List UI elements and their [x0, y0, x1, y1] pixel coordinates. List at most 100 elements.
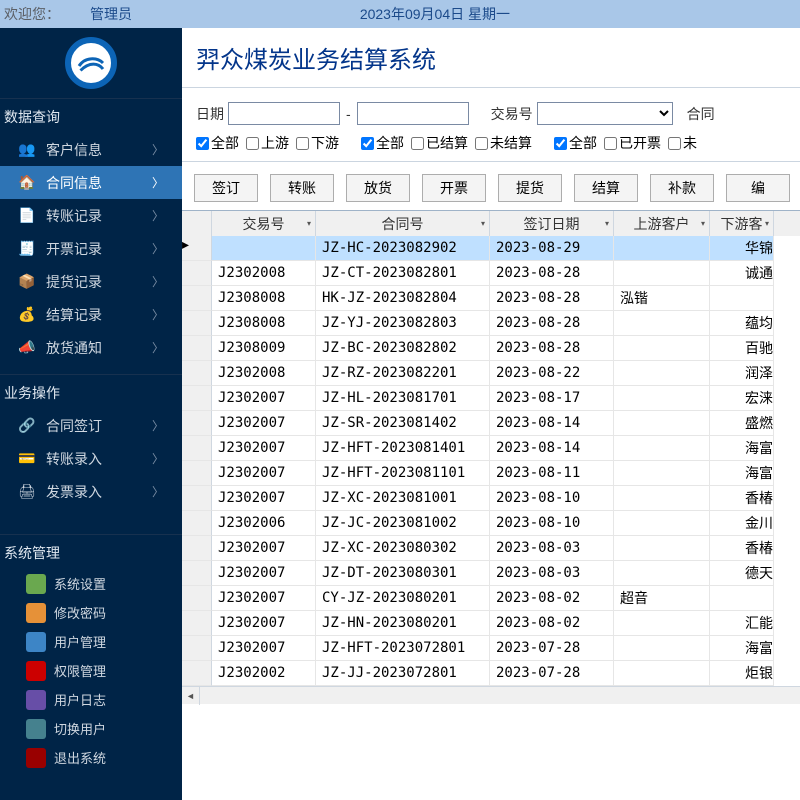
row-header[interactable] — [182, 311, 212, 336]
row-header[interactable] — [182, 361, 212, 386]
filter-check-0-0[interactable]: 全部 — [196, 133, 239, 153]
table-row[interactable]: J2308008JZ-YJ-20230828032023-08-28蕴均 — [182, 311, 800, 336]
action-button-6[interactable]: 补款 — [650, 174, 714, 202]
sidebar-item-0[interactable]: 👥客户信息〉 — [0, 133, 182, 166]
filter-check-0-2[interactable]: 下游 — [296, 133, 339, 153]
col-header-1[interactable]: 合同号▾ — [316, 211, 490, 236]
action-button-1[interactable]: 转账 — [270, 174, 334, 202]
sidebar-item-4[interactable]: 📦提货记录〉 — [0, 265, 182, 298]
table-row[interactable]: J2308008HK-JZ-20230828042023-08-28泓锴 — [182, 286, 800, 311]
dropdown-icon[interactable]: ▾ — [765, 219, 769, 228]
sidebar-item-2[interactable]: 📄转账记录〉 — [0, 199, 182, 232]
sidebar-item-6[interactable]: 📣放货通知〉 — [0, 331, 182, 364]
action-button-3[interactable]: 开票 — [422, 174, 486, 202]
col-header-3[interactable]: 上游客户▾ — [614, 211, 710, 236]
table-row[interactable]: J2302007JZ-DT-20230803012023-08-03德天 — [182, 561, 800, 586]
table-row[interactable]: J2302007JZ-HL-20230817012023-08-17宏涞 — [182, 386, 800, 411]
cell-down: 润泽 — [710, 361, 774, 386]
row-header[interactable] — [182, 336, 212, 361]
row-header[interactable]: ▸ — [182, 236, 212, 261]
dropdown-icon[interactable]: ▾ — [307, 219, 311, 228]
sidebar-op-0[interactable]: 🔗合同签订〉 — [0, 409, 182, 442]
dropdown-icon[interactable]: ▾ — [605, 219, 609, 228]
sidebar-sys-3[interactable]: 权限管理 — [0, 656, 182, 685]
dropdown-icon[interactable]: ▾ — [481, 219, 485, 228]
table-row[interactable]: J2302007JZ-HFT-20230811012023-08-11海富 — [182, 461, 800, 486]
sidebar-sys-0[interactable]: 系统设置 — [0, 569, 182, 598]
col-header-2[interactable]: 签订日期▾ — [490, 211, 614, 236]
table-row[interactable]: J2302007JZ-HFT-20230728012023-07-28海富 — [182, 636, 800, 661]
row-header[interactable] — [182, 561, 212, 586]
cell-up — [614, 461, 710, 486]
sidebar-item-5[interactable]: 💰结算记录〉 — [0, 298, 182, 331]
table-row[interactable]: J2302008JZ-RZ-20230822012023-08-22润泽 — [182, 361, 800, 386]
table-row[interactable]: J2302002JZ-JJ-20230728012023-07-28炬银 — [182, 661, 800, 686]
date-to-input[interactable] — [357, 102, 469, 125]
row-header[interactable] — [182, 286, 212, 311]
table-row[interactable]: J2302006JZ-JC-20230810022023-08-10金川 — [182, 511, 800, 536]
table-row[interactable]: J2302007CY-JZ-20230802012023-08-02超音 — [182, 586, 800, 611]
cell-down: 德天 — [710, 561, 774, 586]
col-header-0[interactable]: 交易号▾ — [212, 211, 316, 236]
row-header[interactable] — [182, 611, 212, 636]
row-header[interactable] — [182, 436, 212, 461]
filter-check-1-1[interactable]: 已结算 — [411, 133, 468, 153]
row-header[interactable] — [182, 411, 212, 436]
sidebar-sys-5[interactable]: 切换用户 — [0, 714, 182, 743]
row-header[interactable] — [182, 386, 212, 411]
row-header[interactable] — [182, 586, 212, 611]
action-button-4[interactable]: 提货 — [498, 174, 562, 202]
sidebar-sys-4[interactable]: 用户日志 — [0, 685, 182, 714]
welcome-label: 欢迎您： — [4, 4, 60, 24]
sidebar-op-2[interactable]: 🖨发票录入〉 — [0, 475, 182, 508]
date-from-input[interactable] — [228, 102, 340, 125]
filter-check-0-1[interactable]: 上游 — [246, 133, 289, 153]
table-row[interactable]: J2302007JZ-XC-20230803022023-08-03香椿 — [182, 536, 800, 561]
txn-select[interactable] — [537, 102, 673, 125]
nav-icon: 🏠 — [18, 174, 36, 192]
chevron-right-icon: 〉 — [152, 174, 164, 191]
table-row[interactable]: J2302007JZ-XC-20230810012023-08-10香椿 — [182, 486, 800, 511]
cell-txn: J2302007 — [212, 461, 316, 486]
filter-check-1-2[interactable]: 未结算 — [475, 133, 532, 153]
table-row[interactable]: J2302007JZ-HN-20230802012023-08-02汇能 — [182, 611, 800, 636]
date-label: 日期 — [196, 104, 224, 124]
logo-icon — [76, 48, 106, 78]
action-button-7[interactable]: 编 — [726, 174, 790, 202]
action-button-2[interactable]: 放货 — [346, 174, 410, 202]
sidebar-sys-2[interactable]: 用户管理 — [0, 627, 182, 656]
dropdown-icon[interactable]: ▾ — [701, 219, 705, 228]
filter-check-2-1[interactable]: 已开票 — [604, 133, 661, 153]
sidebar-item-3[interactable]: 🧾开票记录〉 — [0, 232, 182, 265]
table-row[interactable]: J2302008JZ-CT-20230828012023-08-28诚通 — [182, 261, 800, 286]
action-button-5[interactable]: 结算 — [574, 174, 638, 202]
table-row[interactable]: J2308009JZ-BC-20230828022023-08-28百驰 — [182, 336, 800, 361]
table-row[interactable]: ▸JZ-HC-20230829022023-08-29华锦 — [182, 236, 800, 261]
current-role: 管理员 — [90, 4, 132, 24]
col-header-4[interactable]: 下游客▾ — [710, 211, 774, 236]
row-header[interactable] — [182, 536, 212, 561]
sidebar-sys-6[interactable]: 退出系统 — [0, 743, 182, 772]
cell-txn: J2308008 — [212, 311, 316, 336]
filter-check-2-2[interactable]: 未 — [668, 133, 697, 153]
horizontal-scrollbar[interactable]: ◄ — [182, 686, 800, 704]
row-header[interactable] — [182, 511, 212, 536]
row-header[interactable] — [182, 661, 212, 686]
scroll-left-icon[interactable]: ◄ — [182, 687, 200, 705]
filter-check-1-0[interactable]: 全部 — [361, 133, 404, 153]
table-row[interactable]: J2302007JZ-SR-20230814022023-08-14盛燃 — [182, 411, 800, 436]
sidebar-sys-1[interactable]: 修改密码 — [0, 598, 182, 627]
row-header[interactable] — [182, 636, 212, 661]
row-header[interactable] — [182, 461, 212, 486]
sidebar-item-1[interactable]: 🏠合同信息〉 — [0, 166, 182, 199]
chevron-right-icon: 〉 — [152, 339, 164, 356]
sidebar-op-1[interactable]: 💳转账录入〉 — [0, 442, 182, 475]
row-header[interactable] — [182, 486, 212, 511]
cell-txn: J2302007 — [212, 636, 316, 661]
cell-date: 2023-08-14 — [490, 411, 614, 436]
row-header[interactable] — [182, 261, 212, 286]
filter-check-2-0[interactable]: 全部 — [554, 133, 597, 153]
action-button-0[interactable]: 签订 — [194, 174, 258, 202]
sys-icon — [26, 603, 46, 623]
table-row[interactable]: J2302007JZ-HFT-20230814012023-08-14海富 — [182, 436, 800, 461]
